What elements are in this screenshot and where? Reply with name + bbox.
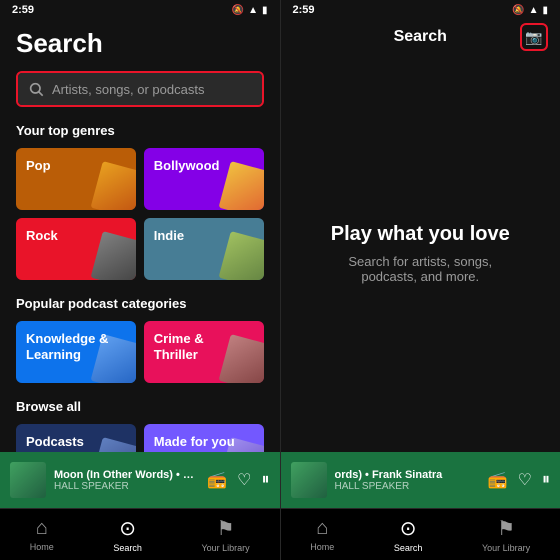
right-np-info: ords) • Frank Sinatra HALL SPEAKER [335,469,480,492]
search-nav-icon: ⊙ [119,516,136,541]
battery-icon: ▮ [262,5,268,16]
right-np-title: ords) • Frank Sinatra [335,469,480,481]
right-np-thumbnail [291,462,327,498]
search-bar[interactable]: Artists, songs, or podcasts [18,73,262,105]
right-bottom-nav: ⌂ Home ⊙ Search ⚑ Your Library [281,508,560,560]
nav-item-home[interactable]: ⌂ Home [30,517,54,552]
genre-card-crime[interactable]: Crime & Thriller [144,321,264,383]
genre-art-indie [218,231,263,280]
search-bar-wrapper[interactable]: Artists, songs, or podcasts [16,71,264,107]
left-bottom-nav: ⌂ Home ⊙ Search ⚑ Your Library [0,508,280,560]
right-header: Search 📷 [281,20,560,54]
np-subtitle: HALL SPEAKER [54,481,199,492]
genre-label-crime: Crime & Thriller [154,331,204,362]
nav-label-library: Your Library [201,543,249,553]
right-nav-item-home[interactable]: ⌂ Home [310,517,334,552]
camera-icon: 📷 [525,29,542,46]
right-header-title: Search [394,28,447,46]
library-icon: ⚑ [217,516,235,541]
genre-art-bollywood [218,161,263,210]
genre-label-bollywood: Bollywood [154,158,220,174]
right-nav-item-library[interactable]: ⚑ Your Library [482,516,530,553]
home-icon: ⌂ [36,517,48,540]
np-title: Moon (In Other Words) • Frank [54,469,199,481]
right-np-cast-icon[interactable]: 📻 [488,470,508,490]
right-status-icons: 🔕 ▲ ▮ [512,5,548,16]
right-search-nav-icon: ⊙ [400,516,417,541]
left-content: Search Artists, songs, or podcasts Your … [0,20,280,452]
np-actions: 📻 ♡ ⏸ [207,470,269,490]
np-heart-icon[interactable]: ♡ [237,470,251,490]
silent-icon: 🔕 [232,5,244,16]
genre-card-pop[interactable]: Pop [16,148,136,210]
right-library-icon: ⚑ [497,516,515,541]
genre-art-crime [218,334,263,383]
right-nav-label-search: Search [394,543,423,553]
nav-item-library[interactable]: ⚑ Your Library [201,516,249,553]
genre-art-podcasts [90,437,135,452]
podcast-categories-label: Popular podcast categories [16,296,264,311]
top-genres-label: Your top genres [16,123,264,138]
genre-label-pop: Pop [26,158,51,174]
genre-label-madeforyou: Made for you [154,434,235,450]
right-main-subtitle: Search for artists, songs, podcasts, and… [320,254,520,284]
right-np-actions: 📻 ♡ ⏸ [488,470,550,490]
right-np-heart-icon[interactable]: ♡ [518,470,532,490]
browse-all-label: Browse all [16,399,264,414]
camera-button[interactable]: 📷 [520,23,548,51]
podcast-categories-grid: Knowledge & Learning Crime & Thriller [16,321,264,383]
browse-all-grid: Podcasts Made for you [16,424,264,452]
right-panel: 2:59 🔕 ▲ ▮ Search 📷 Play what you love S… [281,0,560,560]
left-status-icons: 🔕 ▲ ▮ [232,5,268,16]
left-panel: 2:59 🔕 ▲ ▮ Search Artists, songs, or pod… [0,0,280,560]
genre-label-indie: Indie [154,228,184,244]
nav-label-home: Home [30,542,54,552]
genre-label-knowledge: Knowledge & Learning [26,331,108,362]
np-cast-icon[interactable]: 📻 [207,470,227,490]
np-pause-icon[interactable]: ⏸ [261,471,269,489]
np-info: Moon (In Other Words) • Frank HALL SPEAK… [54,469,199,492]
genre-card-bollywood[interactable]: Bollywood [144,148,264,210]
right-nav-item-search[interactable]: ⊙ Search [394,516,423,553]
right-nav-label-library: Your Library [482,543,530,553]
nav-item-search[interactable]: ⊙ Search [113,516,142,553]
genre-art-pop [90,161,135,210]
genre-label-podcasts: Podcasts [26,434,84,450]
right-battery-icon: ▮ [542,5,548,16]
right-silent-icon: 🔕 [512,5,524,16]
search-placeholder-text: Artists, songs, or podcasts [52,82,204,97]
genre-card-rock[interactable]: Rock [16,218,136,280]
left-status-time: 2:59 [12,4,34,16]
right-status-bar: 2:59 🔕 ▲ ▮ [281,0,560,20]
search-icon [28,81,44,97]
right-now-playing-bar[interactable]: ords) • Frank Sinatra HALL SPEAKER 📻 ♡ ⏸ [281,452,560,508]
genre-card-knowledge[interactable]: Knowledge & Learning [16,321,136,383]
genre-card-indie[interactable]: Indie [144,218,264,280]
right-np-subtitle: HALL SPEAKER [335,481,480,492]
top-genres-grid: Pop Bollywood Rock Indie [16,148,264,280]
now-playing-bar[interactable]: Moon (In Other Words) • Frank HALL SPEAK… [0,452,280,508]
np-thumbnail [10,462,46,498]
genre-art-rock [90,231,135,280]
right-main-content: Play what you love Search for artists, s… [281,54,560,452]
right-main-title: Play what you love [331,223,510,246]
right-nav-label-home: Home [310,542,334,552]
right-np-pause-icon[interactable]: ⏸ [542,471,550,489]
page-title: Search [16,28,264,59]
genre-card-madeforyou[interactable]: Made for you [144,424,264,452]
genre-label-rock: Rock [26,228,58,244]
wifi-icon: ▲ [248,5,258,16]
nav-label-search: Search [113,543,142,553]
right-wifi-icon: ▲ [529,5,539,16]
right-status-time: 2:59 [293,4,315,16]
right-home-icon: ⌂ [316,517,328,540]
left-status-bar: 2:59 🔕 ▲ ▮ [0,0,280,20]
genre-card-podcasts[interactable]: Podcasts [16,424,136,452]
